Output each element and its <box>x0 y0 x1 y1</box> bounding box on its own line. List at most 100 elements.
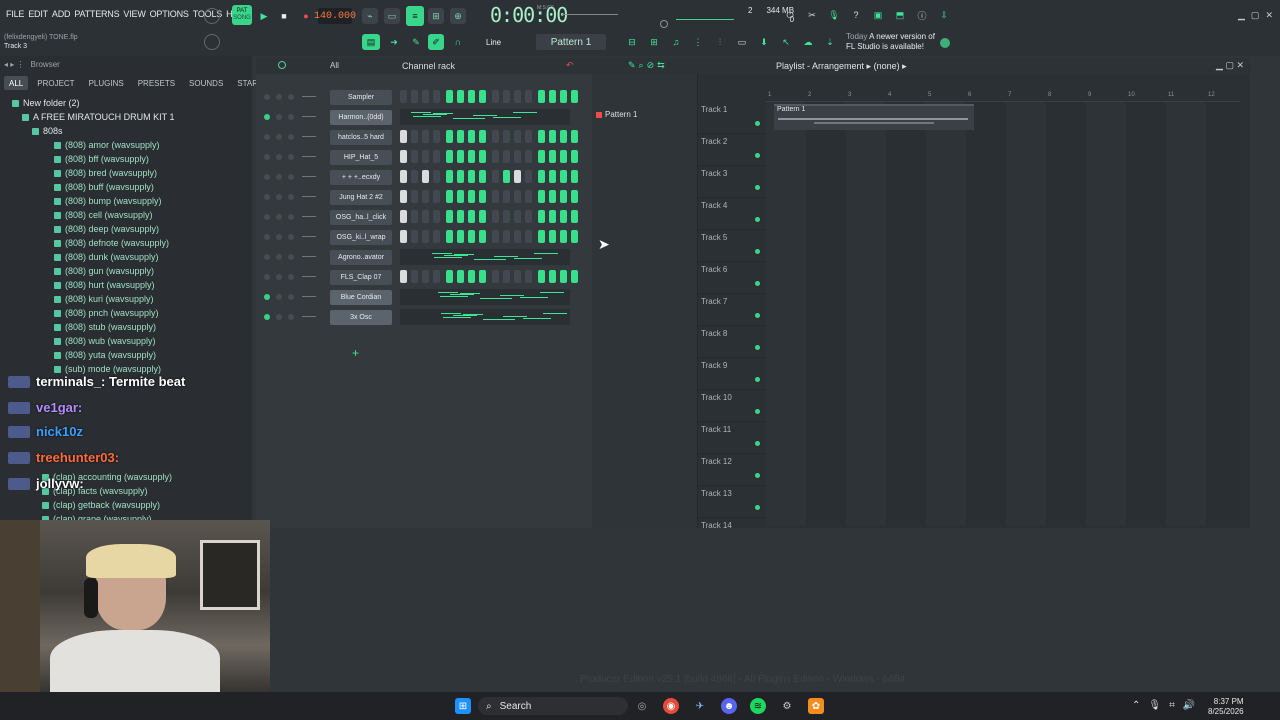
track-header[interactable]: Track 14 <box>698 518 766 528</box>
browser-tab[interactable]: PROJECT <box>32 76 79 90</box>
browser-icon[interactable]: ⋮ <box>690 34 706 50</box>
channel-volume-knob[interactable] <box>288 294 294 300</box>
step-edit-icon[interactable]: ⊞ <box>428 8 444 24</box>
step-button[interactable] <box>538 90 545 103</box>
step-button[interactable] <box>468 230 475 243</box>
tree-file[interactable]: (808) kuri (wavsupply) <box>54 292 154 306</box>
record-button[interactable]: ● <box>298 8 314 24</box>
step-button[interactable] <box>446 270 453 283</box>
step-button[interactable] <box>503 150 510 163</box>
track-header[interactable]: Track 2 <box>698 134 766 166</box>
step-button[interactable] <box>560 270 567 283</box>
channel-volume-knob[interactable] <box>288 114 294 120</box>
channel-mixer-track[interactable] <box>302 196 316 197</box>
channel-name-button[interactable]: HIP_Hat_5 <box>330 149 392 165</box>
channel-row[interactable]: FLS_Clap 07 <box>262 268 592 286</box>
channel-name-button[interactable]: hatclos..5 hard <box>330 129 392 145</box>
channel-mute-led[interactable] <box>264 94 270 100</box>
track-header[interactable]: Track 11 <box>698 422 766 454</box>
step-button[interactable] <box>525 210 532 223</box>
channel-mixer-track[interactable] <box>302 176 316 177</box>
track-mute-led[interactable] <box>755 185 760 190</box>
taskbar-clock[interactable]: 8:37 PM 8/25/2026 <box>1208 697 1244 717</box>
browser-tab[interactable]: SOUNDS <box>184 76 228 90</box>
step-button[interactable] <box>571 170 578 183</box>
step-button[interactable] <box>492 130 499 143</box>
channel-mute-led[interactable] <box>264 234 270 240</box>
step-button[interactable] <box>468 270 475 283</box>
tree-file[interactable]: (808) amor (wavsupply) <box>54 138 160 152</box>
master-volume-knob[interactable] <box>204 8 220 24</box>
step-button[interactable] <box>571 230 578 243</box>
track-mute-led[interactable] <box>755 153 760 158</box>
pattern-clip[interactable]: Pattern 1 <box>774 104 974 130</box>
tree-file[interactable]: (808) bred (wavsupply) <box>54 166 157 180</box>
step-button[interactable] <box>422 150 429 163</box>
step-button[interactable] <box>492 90 499 103</box>
step-button[interactable] <box>457 270 464 283</box>
step-button[interactable] <box>571 130 578 143</box>
step-button[interactable] <box>549 170 556 183</box>
step-button[interactable] <box>433 230 440 243</box>
step-button[interactable] <box>446 150 453 163</box>
step-button[interactable] <box>446 210 453 223</box>
step-button[interactable] <box>400 130 407 143</box>
browser-nav-icon[interactable]: ◂ ▸ ⋮ <box>4 60 24 69</box>
step-button[interactable] <box>538 150 545 163</box>
step-button[interactable] <box>560 190 567 203</box>
piano-roll-icon[interactable]: ♫ <box>668 34 684 50</box>
channel-row[interactable]: Blue Cordian <box>262 288 592 306</box>
channel-mute-led[interactable] <box>264 254 270 260</box>
channel-mute-led[interactable] <box>264 294 270 300</box>
help-icon[interactable]: ? <box>848 7 864 23</box>
channel-mixer-track[interactable] <box>302 156 316 157</box>
tree-file[interactable]: (808) yuta (wavsupply) <box>54 348 156 362</box>
step-button[interactable] <box>411 270 418 283</box>
channel-row[interactable]: Agrono..avator <box>262 248 592 266</box>
step-button[interactable] <box>422 90 429 103</box>
channel-volume-knob[interactable] <box>288 314 294 320</box>
channel-volume-knob[interactable] <box>288 234 294 240</box>
step-button[interactable] <box>560 230 567 243</box>
close-icon[interactable]: ✕ <box>1265 10 1273 21</box>
step-button[interactable] <box>503 190 510 203</box>
channel-volume-knob[interactable] <box>288 94 294 100</box>
track-header[interactable]: Track 1 <box>698 102 766 134</box>
channel-pan-knob[interactable] <box>276 134 282 140</box>
track-header[interactable]: Track 6 <box>698 262 766 294</box>
browser-tab[interactable]: PLUGINS <box>84 76 129 90</box>
track-mute-led[interactable] <box>755 441 760 446</box>
step-button[interactable] <box>446 170 453 183</box>
tree-folder[interactable]: New folder (2) <box>12 96 80 110</box>
countdown-icon[interactable]: ≡ <box>406 6 424 26</box>
step-button[interactable] <box>538 230 545 243</box>
rack-swing-icon[interactable] <box>278 61 286 69</box>
arrangement-grid[interactable] <box>766 102 1240 526</box>
step-button[interactable] <box>503 230 510 243</box>
step-button[interactable] <box>422 190 429 203</box>
channel-name-button[interactable]: Blue Cordian <box>330 289 392 305</box>
track-mute-led[interactable] <box>755 217 760 222</box>
menu-item[interactable]: VIEW <box>123 9 145 19</box>
step-button[interactable] <box>479 90 486 103</box>
step-button[interactable] <box>457 150 464 163</box>
channel-name-button[interactable]: + + +..ecxdy <box>330 169 392 185</box>
channel-pan-knob[interactable] <box>276 114 282 120</box>
song-position-slider[interactable] <box>562 14 618 15</box>
step-button[interactable] <box>525 90 532 103</box>
plugin-icon[interactable]: ⬒ <box>892 7 908 23</box>
mic-icon[interactable]: 🎙 <box>826 7 842 23</box>
step-button[interactable] <box>457 190 464 203</box>
step-button[interactable] <box>433 210 440 223</box>
track-mute-led[interactable] <box>755 249 760 254</box>
step-button[interactable] <box>411 170 418 183</box>
tree-file[interactable]: (808) cell (wavsupply) <box>54 208 153 222</box>
channel-mute-led[interactable] <box>264 114 270 120</box>
wait-for-input-icon[interactable]: ▭ <box>384 8 400 24</box>
tree-folder[interactable]: A FREE MIRATOUCH DRUM KIT 1 <box>22 110 175 124</box>
track-header[interactable]: Track 3 <box>698 166 766 198</box>
timeline-ruler[interactable]: 1 2 3 4 5 6 7 8 9 10 11 12 <box>766 92 1240 102</box>
stop-button[interactable]: ■ <box>276 8 292 24</box>
chrome-icon[interactable]: ◉ <box>663 698 679 714</box>
channel-row[interactable]: + + +..ecxdy <box>262 168 592 186</box>
